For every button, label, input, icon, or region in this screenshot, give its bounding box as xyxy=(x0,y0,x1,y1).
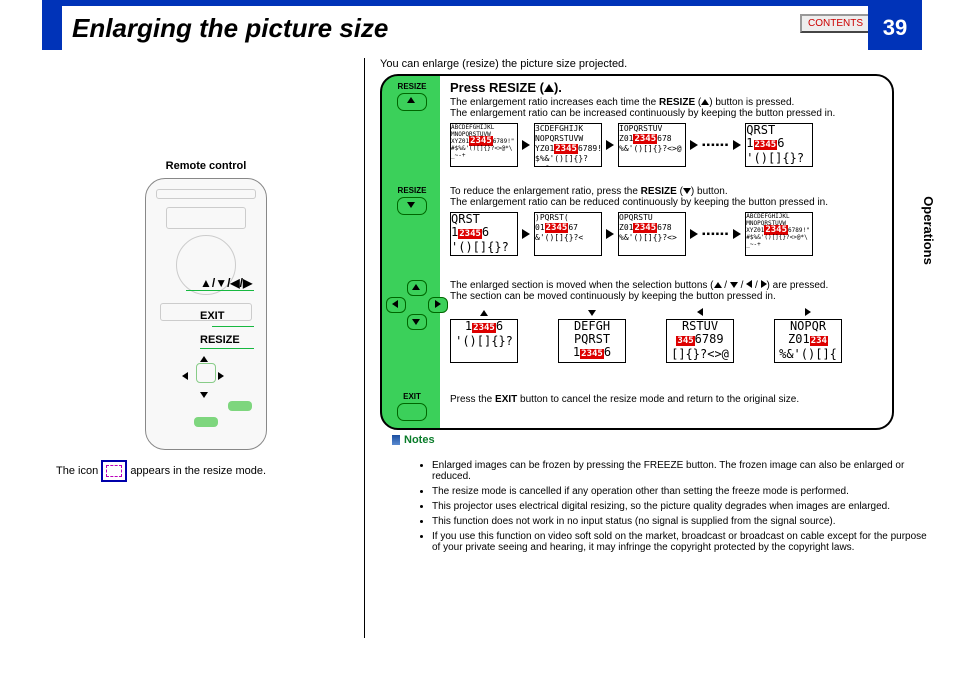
sample-zoom-4: QRST123456'()[]{}? xyxy=(745,123,813,167)
step-4: Press the EXIT button to cancel the resi… xyxy=(450,394,880,405)
chevron-down-icon xyxy=(683,188,691,194)
title-bar: Enlarging the picture size xyxy=(42,6,922,50)
note-item: The resize mode is cancelled if any oper… xyxy=(432,486,932,497)
arrow-right-icon xyxy=(522,229,530,239)
sample-zoom-3: IOPQRSTUVZ012345678%&'()[]{}?<>@ xyxy=(618,123,686,167)
lead-line-resize xyxy=(200,348,254,349)
resize-down-group: RESIZE xyxy=(392,186,432,217)
ellipsis: ▪▪▪▪▪▪ xyxy=(702,229,729,240)
resize-icon-note: The icon appears in the resize mode. xyxy=(56,460,266,482)
step-1-heading: Press RESIZE (). xyxy=(450,80,880,95)
sample-zoom-3b: )PQRST(01234567&'()[]{}?< xyxy=(534,212,602,256)
note-item: This projector uses electrical digital r… xyxy=(432,501,932,512)
dpad-right-icon xyxy=(218,367,224,385)
arrow-right-icon xyxy=(690,140,698,150)
notes-list: Enlarged images can be frozen by pressin… xyxy=(392,460,932,557)
pan-sequence: 123456'()[]{}? DEFGHPQRST123456 RSTUV345… xyxy=(450,308,880,363)
reduce-sequence: QRST123456'()[]{}? )PQRST(01234567&'()[]… xyxy=(450,212,880,256)
exit-button-icon xyxy=(397,403,427,421)
section-tab: Operations xyxy=(902,170,954,290)
chevron-up-icon xyxy=(544,84,554,92)
pan-up: 123456'()[]{}? xyxy=(450,308,518,363)
pan-right: NOPQRZ01234%&'()[]{ xyxy=(774,308,842,363)
resize-up-group: RESIZE xyxy=(392,82,432,113)
remote-top-row xyxy=(156,189,256,199)
arrow-right-icon xyxy=(522,140,530,150)
exit-group: EXIT xyxy=(392,392,432,423)
pan-down: DEFGHPQRST123456 xyxy=(558,308,626,363)
resize-mode-icon xyxy=(101,460,127,482)
note-item: This function does not work in no input … xyxy=(432,516,932,527)
sample-zoom-2: 3CDEFGHIJKNOPQRSTUVWYZ0123456789!$%&'()[… xyxy=(534,123,602,167)
step-2: To reduce the enlargement ratio, press t… xyxy=(450,186,880,256)
contents-button[interactable]: CONTENTS xyxy=(800,14,871,33)
ellipsis: ▪▪▪▪▪▪ xyxy=(702,140,729,151)
arrow-right-icon xyxy=(733,140,741,150)
remote-control-label: Remote control xyxy=(56,160,356,172)
resize-up-button-icon xyxy=(397,93,427,111)
manual-page: Enlarging the picture size CONTENTS 39 O… xyxy=(0,0,954,676)
arrow-right-icon xyxy=(733,229,741,239)
step-3: The enlarged section is moved when the s… xyxy=(450,280,880,363)
remote-laser-row xyxy=(166,207,246,229)
dpad-icon-group xyxy=(386,280,446,330)
dpad-caption: ▲/▼/◀/▶ xyxy=(200,276,252,290)
page-number: 39 xyxy=(868,6,922,50)
intro-text: You can enlarge (resize) the picture siz… xyxy=(380,58,627,70)
arrow-right-icon xyxy=(606,140,614,150)
remote-dpad xyxy=(182,349,230,397)
remote-row-resize xyxy=(160,417,252,427)
exit-caption: EXIT xyxy=(200,310,224,322)
up-triangle-icon xyxy=(714,282,722,288)
page-title: Enlarging the picture size xyxy=(72,13,388,44)
resize-button-highlight xyxy=(194,417,218,427)
dpad-left-icon xyxy=(182,367,188,385)
note-item: Enlarged images can be frozen by pressin… xyxy=(432,460,932,482)
sample-zoom-1b: ABCDEFGHIJKLMNOPQRSTUVWXYZ0123456789!"#$… xyxy=(745,212,813,256)
sample-zoom-4b: QRST123456'()[]{}? xyxy=(450,212,518,256)
step-1: Press RESIZE (). The enlargement ratio i… xyxy=(450,80,880,167)
arrow-right-icon xyxy=(606,229,614,239)
lead-line-dpad xyxy=(186,290,254,291)
exit-button-highlight xyxy=(228,401,252,411)
sample-zoom-1: ABCDEFGHIJKLMNOPQRSTUVWXYZ0123456789!"#$… xyxy=(450,123,518,167)
resize-caption: RESIZE xyxy=(200,334,240,346)
dpad-center xyxy=(196,363,216,383)
note-item: If you use this function on video soft s… xyxy=(432,531,932,553)
sample-zoom-2b: OPQRSTUZ012345678%&'()[]{}?<> xyxy=(618,212,686,256)
down-triangle-icon xyxy=(730,282,738,288)
notes-heading: Notes xyxy=(392,434,435,446)
remote-row-menu xyxy=(160,401,252,411)
left-column: Remote control xyxy=(56,100,356,450)
resize-down-button-icon xyxy=(397,197,427,215)
pan-left: RSTUV3456789[]{}?<>@ xyxy=(666,308,734,363)
lead-line-exit xyxy=(212,326,254,327)
notes-icon xyxy=(392,435,400,445)
title-accent xyxy=(42,6,62,50)
column-divider xyxy=(364,58,365,638)
enlarge-sequence: ABCDEFGHIJKLMNOPQRSTUVWXYZ0123456789!"#$… xyxy=(450,123,880,167)
arrow-right-icon xyxy=(690,229,698,239)
